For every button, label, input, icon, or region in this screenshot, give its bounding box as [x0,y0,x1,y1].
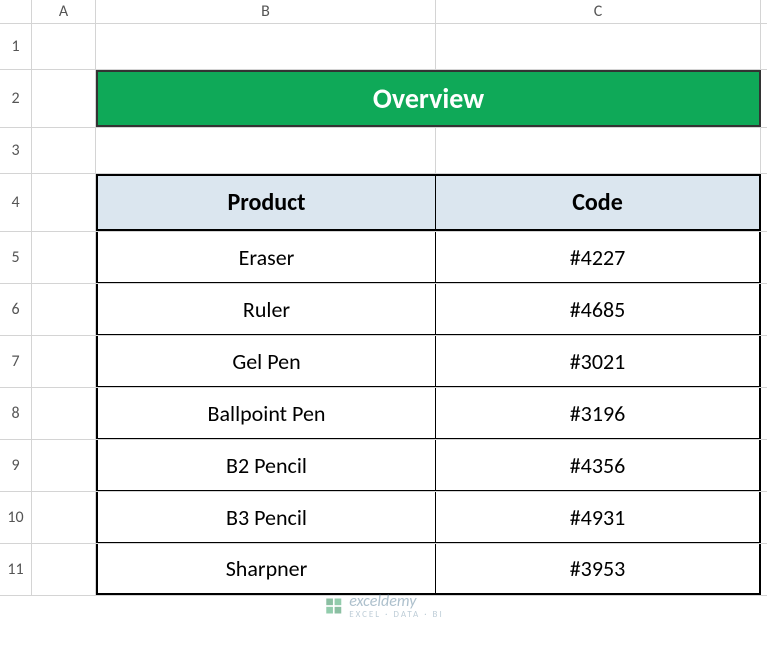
column-header-B[interactable]: B [96,0,436,23]
row-1: 1 [0,24,767,70]
row-header-5[interactable]: 5 [0,232,32,283]
row-10: 10 B3 Pencil #4931 [0,492,767,544]
cell-A11[interactable] [32,544,96,595]
column-header-row: A B C [0,0,767,24]
row-header-3[interactable]: 3 [0,128,32,173]
spreadsheet: A B C 1 2 Overview 3 4 Product Code [0,0,767,656]
table-row[interactable]: #4931 [436,492,761,543]
table-row[interactable]: Gel Pen [96,336,436,387]
watermark: exceldemy EXCEL · DATA · BI [323,592,443,620]
table-row[interactable]: Ruler [96,284,436,335]
row-header-4[interactable]: 4 [0,174,32,231]
table-row[interactable]: #4227 [436,232,761,283]
cell-A9[interactable] [32,440,96,491]
select-all-corner[interactable] [0,0,32,23]
table-row[interactable]: Ballpoint Pen [96,388,436,439]
row-5: 5 Eraser #4227 [0,232,767,284]
table-row[interactable]: #3021 [436,336,761,387]
row-header-10[interactable]: 10 [0,492,32,543]
cell-A3[interactable] [32,128,96,173]
row-header-11[interactable]: 11 [0,544,32,595]
row-6: 6 Ruler #4685 [0,284,767,336]
table-row[interactable]: #4685 [436,284,761,335]
row-2: 2 Overview [0,70,767,128]
cell-A10[interactable] [32,492,96,543]
table-row[interactable]: #4356 [436,440,761,491]
table-header-code[interactable]: Code [436,174,761,231]
cell-A4[interactable] [32,174,96,231]
row-header-2[interactable]: 2 [0,70,32,127]
cell-A1[interactable] [32,24,96,69]
row-11: 11 Sharpner #3953 [0,544,767,596]
column-header-C[interactable]: C [436,0,761,23]
cell-A2[interactable] [32,70,96,127]
watermark-sub: EXCEL · DATA · BI [349,609,443,620]
watermark-text: exceldemy EXCEL · DATA · BI [349,592,443,620]
table-header-product[interactable]: Product [96,174,436,231]
row-8: 8 Ballpoint Pen #3196 [0,388,767,440]
row-header-6[interactable]: 6 [0,284,32,335]
row-header-1[interactable]: 1 [0,24,32,69]
row-3: 3 [0,128,767,174]
table-row[interactable]: Sharpner [96,544,436,595]
cell-A6[interactable] [32,284,96,335]
row-7: 7 Gel Pen #3021 [0,336,767,388]
row-header-7[interactable]: 7 [0,336,32,387]
title-cell[interactable]: Overview [96,70,761,127]
cell-A7[interactable] [32,336,96,387]
row-9: 9 B2 Pencil #4356 [0,440,767,492]
cell-B1[interactable] [96,24,436,69]
table-row[interactable]: B3 Pencil [96,492,436,543]
table-row[interactable]: #3953 [436,544,761,595]
table-row[interactable]: B2 Pencil [96,440,436,491]
column-header-A[interactable]: A [32,0,96,23]
row-header-8[interactable]: 8 [0,388,32,439]
cell-A5[interactable] [32,232,96,283]
row-header-9[interactable]: 9 [0,440,32,491]
cell-C1[interactable] [436,24,761,69]
table-row[interactable]: #3196 [436,388,761,439]
cell-C3[interactable] [436,128,761,173]
table-row[interactable]: Eraser [96,232,436,283]
row-4: 4 Product Code [0,174,767,232]
logo-icon [323,596,343,616]
grid-body: 1 2 Overview 3 4 Product Code 5 Eraser [0,24,767,596]
cell-A8[interactable] [32,388,96,439]
cell-B3[interactable] [96,128,436,173]
